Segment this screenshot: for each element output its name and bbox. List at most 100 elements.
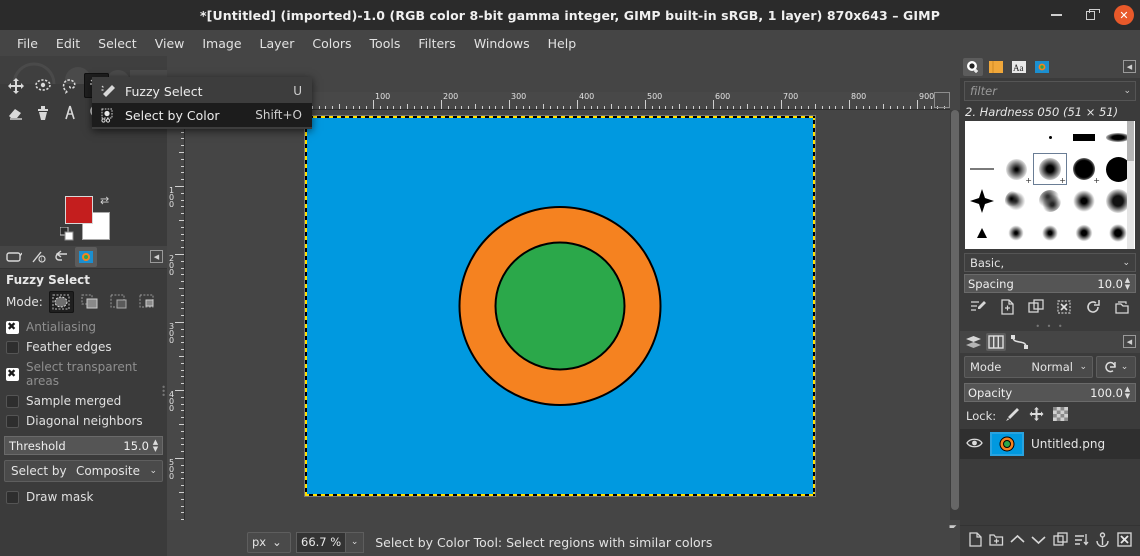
brush-cell[interactable] — [1067, 121, 1101, 153]
paths-tab[interactable] — [1009, 333, 1029, 351]
new-brush-button[interactable] — [1000, 298, 1015, 318]
paths-tool[interactable] — [57, 100, 82, 125]
brushes-tab[interactable] — [963, 58, 983, 76]
delete-brush-button[interactable] — [1056, 299, 1072, 318]
menu-item-select-by-color[interactable]: Select by Color Shift+O — [92, 103, 312, 127]
antialiasing-row[interactable]: Antialiasing — [0, 317, 167, 337]
new-layer-button[interactable] — [968, 532, 982, 550]
refresh-brushes-button[interactable] — [1085, 299, 1101, 318]
brush-cell[interactable]: + — [1067, 153, 1101, 185]
opacity-spinner[interactable]: ▲ ▼ — [1123, 385, 1132, 400]
brush-grid[interactable]: + + + + — [965, 121, 1135, 249]
menu-help[interactable]: Help — [539, 33, 586, 54]
zoom-dropdown-button[interactable]: ⌄ — [346, 531, 365, 553]
tool-options-tab[interactable] — [3, 247, 25, 267]
draw-mask-checkbox[interactable] — [6, 490, 19, 504]
menu-layer[interactable]: Layer — [251, 33, 304, 54]
anchor-layer-button[interactable] — [1095, 532, 1110, 550]
new-layer-group-button[interactable] — [988, 532, 1004, 550]
brush-cell[interactable] — [965, 217, 999, 249]
images-tab[interactable] — [75, 247, 97, 267]
eraser-tool[interactable] — [3, 100, 28, 125]
spacing-spinner[interactable]: ▲ ▼ — [1123, 276, 1132, 291]
menu-file[interactable]: File — [8, 33, 47, 54]
channels-tab[interactable] — [986, 333, 1006, 351]
brush-cell[interactable] — [965, 153, 999, 185]
menu-edit[interactable]: Edit — [47, 33, 89, 54]
delete-layer-button[interactable] — [1117, 532, 1132, 550]
panel-resize-handle[interactable]: • • • — [161, 384, 166, 400]
menu-select[interactable]: Select — [89, 33, 146, 54]
threshold-slider[interactable]: Threshold 15.0 ▲ ▼ — [4, 436, 163, 455]
image-canvas[interactable] — [304, 115, 816, 497]
replace-selection-button[interactable] — [48, 291, 74, 313]
lower-layer-button[interactable] — [1031, 533, 1046, 549]
minimize-button[interactable] — [1046, 5, 1066, 25]
feather-edges-row[interactable]: Feather edges — [0, 337, 167, 357]
menu-windows[interactable]: Windows — [465, 33, 539, 54]
diagonal-neighbors-row[interactable]: Diagonal neighbors — [0, 411, 167, 431]
edit-brush-button[interactable] — [970, 299, 987, 318]
antialiasing-checkbox[interactable] — [6, 320, 19, 334]
lock-position-icon[interactable] — [1029, 407, 1044, 424]
layer-visibility-icon[interactable] — [966, 437, 983, 452]
select-by-combo[interactable]: Select by Composite ⌄ — [4, 460, 163, 482]
brush-cell[interactable] — [1067, 185, 1101, 217]
free-select-tool[interactable] — [57, 73, 82, 98]
lock-pixels-icon[interactable] — [1005, 407, 1020, 424]
layers-menu-button[interactable] — [1123, 335, 1136, 348]
add-to-selection-button[interactable] — [78, 291, 103, 313]
brush-cell[interactable] — [1033, 121, 1067, 153]
select-transparent-areas-row[interactable]: Select transparent areas — [0, 357, 167, 391]
brush-filter-input[interactable]: filter ⌄ — [964, 81, 1136, 101]
fonts-tab[interactable]: Aa — [1009, 58, 1029, 76]
lock-alpha-icon[interactable] — [1053, 407, 1069, 424]
intersect-with-selection-button[interactable] — [136, 291, 161, 313]
spacing-slider[interactable]: Spacing 10.0 ▲ ▼ — [964, 274, 1136, 293]
clone-tool[interactable] — [30, 100, 55, 125]
quick-mask-toggle[interactable] — [934, 92, 950, 108]
brush-grid-scrollbar[interactable] — [1127, 121, 1134, 249]
unit-combo[interactable]: px ⌄ — [247, 531, 291, 553]
open-brush-as-image-button[interactable] — [1114, 299, 1130, 318]
brush-cell[interactable] — [999, 121, 1033, 153]
sample-merged-checkbox[interactable] — [6, 394, 19, 408]
brush-cell[interactable] — [1033, 185, 1067, 217]
canvas-vertical-scrollbar[interactable] — [950, 110, 960, 520]
layer-mode-combo[interactable]: Mode Normal ⌄ — [964, 356, 1093, 378]
brushes-menu-button[interactable] — [1123, 60, 1136, 73]
menu-view[interactable]: View — [146, 33, 194, 54]
draw-mask-row[interactable]: Draw mask — [0, 487, 167, 507]
ellipse-select-tool[interactable] — [30, 73, 55, 98]
undo-history-tab[interactable] — [51, 247, 73, 267]
menu-item-fuzzy-select[interactable]: Fuzzy Select U — [92, 79, 312, 103]
document-history-tab[interactable] — [1032, 58, 1052, 76]
sample-merged-row[interactable]: Sample merged — [0, 391, 167, 411]
layer-row[interactable]: Untitled.png — [960, 429, 1140, 459]
patterns-tab[interactable] — [986, 58, 1006, 76]
move-tool[interactable] — [3, 73, 28, 98]
duplicate-layer-button[interactable] — [1053, 532, 1068, 550]
threshold-spinner[interactable]: ▲ ▼ — [151, 438, 160, 453]
menu-colors[interactable]: Colors — [303, 33, 360, 54]
menu-tools[interactable]: Tools — [361, 33, 410, 54]
raise-layer-button[interactable] — [1010, 533, 1025, 549]
zoom-input[interactable]: 66.7 % — [296, 531, 347, 553]
brush-cell[interactable] — [1067, 217, 1101, 249]
brush-cell[interactable] — [999, 217, 1033, 249]
vertical-ruler[interactable]: 0100200300400500600 — [167, 110, 185, 520]
brush-cell[interactable] — [965, 121, 999, 153]
close-button[interactable]: ✕ — [1114, 5, 1134, 25]
device-status-tab[interactable]: i — [27, 247, 49, 267]
foreground-color-swatch[interactable] — [65, 196, 93, 224]
maximize-button[interactable] — [1080, 5, 1100, 25]
brush-cell[interactable] — [965, 185, 999, 217]
duplicate-brush-button[interactable] — [1027, 298, 1044, 318]
opacity-slider[interactable]: Opacity 100.0 ▲ ▼ — [964, 383, 1136, 402]
menu-filters[interactable]: Filters — [409, 33, 464, 54]
brush-cell[interactable] — [999, 185, 1033, 217]
merge-down-button[interactable] — [1074, 533, 1089, 550]
feather-edges-checkbox[interactable] — [6, 340, 19, 354]
menu-image[interactable]: Image — [193, 33, 250, 54]
subtract-from-selection-button[interactable] — [107, 291, 132, 313]
